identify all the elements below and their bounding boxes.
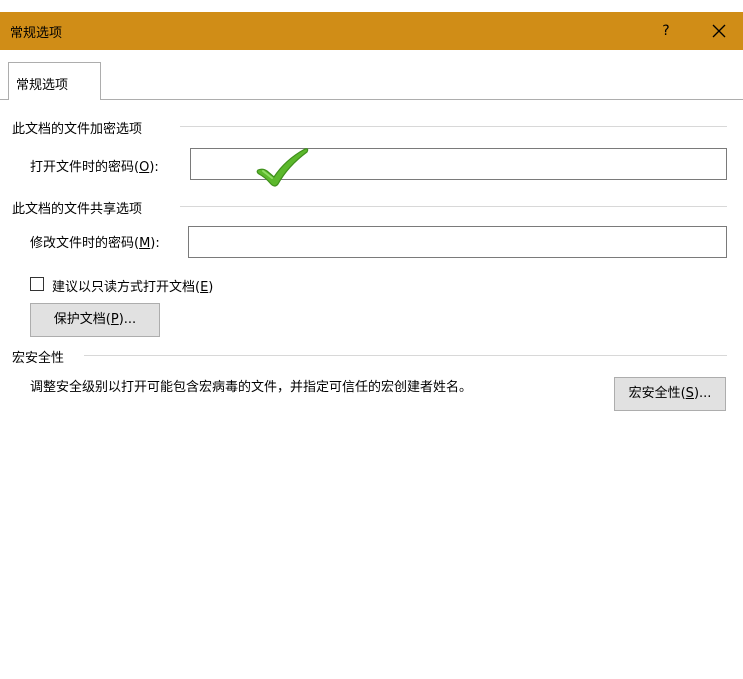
modify-password-input[interactable] (188, 226, 727, 258)
title-bar: 常规选项 ? (0, 12, 743, 50)
macro-section-rule (84, 355, 727, 356)
modify-password-accesskey: M (139, 236, 151, 251)
tab-strip: 常规选项 (0, 50, 743, 100)
macro-accesskey: S (685, 386, 694, 401)
check-mark-icon (256, 148, 309, 187)
macro-security-button[interactable]: 宏安全性(S)... (614, 377, 726, 411)
close-button[interactable] (704, 16, 734, 46)
protect-accesskey: P (110, 312, 119, 327)
macro-description: 调整安全级别以打开可能包含宏病毒的文件，并指定可信任的宏创建者姓名。 (30, 380, 473, 395)
open-password-accesskey: O (139, 160, 150, 175)
encryption-section-rule (180, 126, 727, 127)
sharing-section-title: 此文档的文件共享选项 (12, 202, 143, 217)
open-password-label: 打开文件时的密码(O): (30, 160, 159, 175)
tab-general-options[interactable]: 常规选项 (8, 62, 101, 100)
sharing-section-rule (180, 206, 727, 207)
help-button[interactable]: ? (656, 19, 676, 43)
readonly-checkbox-label[interactable]: 建议以只读方式打开文档(E) (52, 276, 213, 295)
modify-password-label: 修改文件时的密码(M): (30, 236, 160, 251)
window-title: 常规选项 (10, 26, 63, 41)
tab-divider (0, 99, 743, 100)
macro-section-title: 宏安全性 (12, 351, 65, 366)
close-icon (712, 24, 726, 38)
protect-document-button[interactable]: 保护文档(P)... (30, 303, 160, 337)
readonly-checkbox[interactable] (30, 277, 44, 291)
encryption-section-title: 此文档的文件加密选项 (12, 122, 143, 137)
